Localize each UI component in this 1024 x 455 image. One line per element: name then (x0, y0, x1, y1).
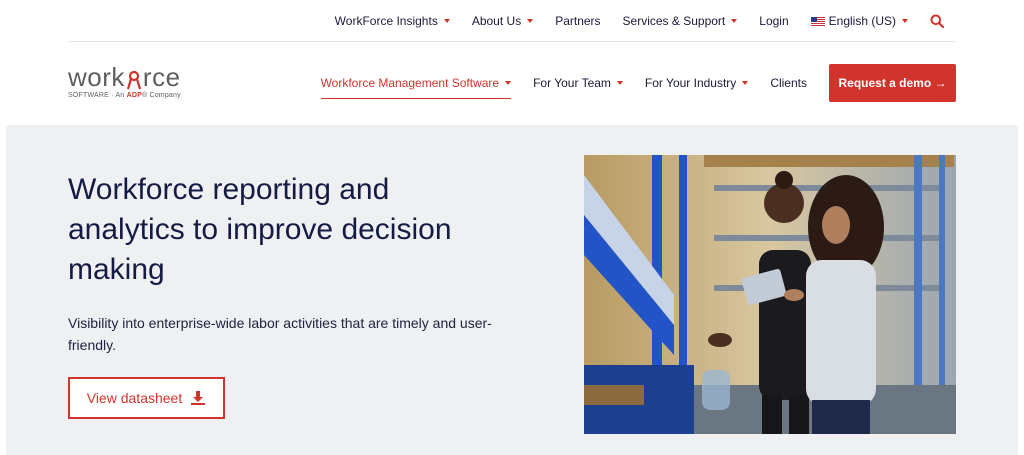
caret-down-icon (505, 81, 512, 85)
nav-label: For Your Industry (644, 76, 737, 90)
button-label: View datasheet (86, 390, 183, 406)
logo-wordmark: work rce (68, 62, 181, 92)
hero-title: Workforce reporting and analytics to imp… (68, 173, 452, 286)
caret-down-icon (443, 19, 450, 23)
download-icon (191, 391, 206, 405)
nav-label: For Your Team (533, 76, 611, 90)
nav-label: Login (759, 14, 789, 28)
workforce-logo[interactable]: work rce SOFTWARE · An ADP® Company (68, 64, 200, 104)
utility-nav: WorkForce Insights About Us Partners Ser… (313, 0, 946, 42)
caret-down-icon (527, 19, 534, 23)
nav-about-us[interactable]: About Us (471, 14, 534, 28)
nav-label: Partners (555, 14, 601, 28)
nav-login[interactable]: Login (759, 14, 788, 28)
caret-down-icon (616, 81, 623, 85)
request-demo-button[interactable]: Request a demo → (829, 64, 956, 102)
nav-for-your-industry[interactable]: For Your Industry (644, 64, 749, 102)
search-icon[interactable] (930, 13, 946, 29)
caret-down-icon (731, 19, 738, 23)
hero-subtitle: Visibility into enterprise-wide labor ac… (68, 315, 492, 353)
nav-label: Services & Support (622, 14, 726, 28)
us-flag-icon (810, 16, 825, 26)
nav-partners[interactable]: Partners (555, 14, 600, 28)
view-datasheet-button[interactable]: View datasheet (68, 377, 225, 419)
language-selector[interactable]: English (US) (810, 14, 908, 28)
utility-bar: WorkForce Insights About Us Partners Ser… (68, 0, 956, 42)
nav-clients[interactable]: Clients (770, 64, 807, 102)
language-label: English (US) (828, 14, 896, 28)
nav-services-support[interactable]: Services & Support (623, 14, 738, 28)
ribbon-icon (126, 68, 142, 90)
hero-section: Workforce reporting and analytics to imp… (6, 125, 1018, 455)
hero-photo (584, 155, 956, 434)
nav-workforce-management-software[interactable]: Workforce Management Software (320, 64, 512, 102)
nav-label: About Us (471, 14, 522, 28)
nav-workforce-insights[interactable]: WorkForce Insights (335, 14, 450, 28)
main-nav: Workforce Management Software For Your T… (320, 64, 956, 102)
caret-down-icon (742, 81, 749, 85)
nav-label: Workforce Management Software (320, 76, 500, 90)
nav-label: WorkForce Insights (334, 14, 438, 28)
caret-down-icon (902, 19, 908, 23)
logo-tagline: SOFTWARE · An ADP® Company (68, 92, 181, 99)
nav-for-your-team[interactable]: For Your Team (533, 64, 623, 102)
nav-label: Clients (770, 76, 807, 90)
